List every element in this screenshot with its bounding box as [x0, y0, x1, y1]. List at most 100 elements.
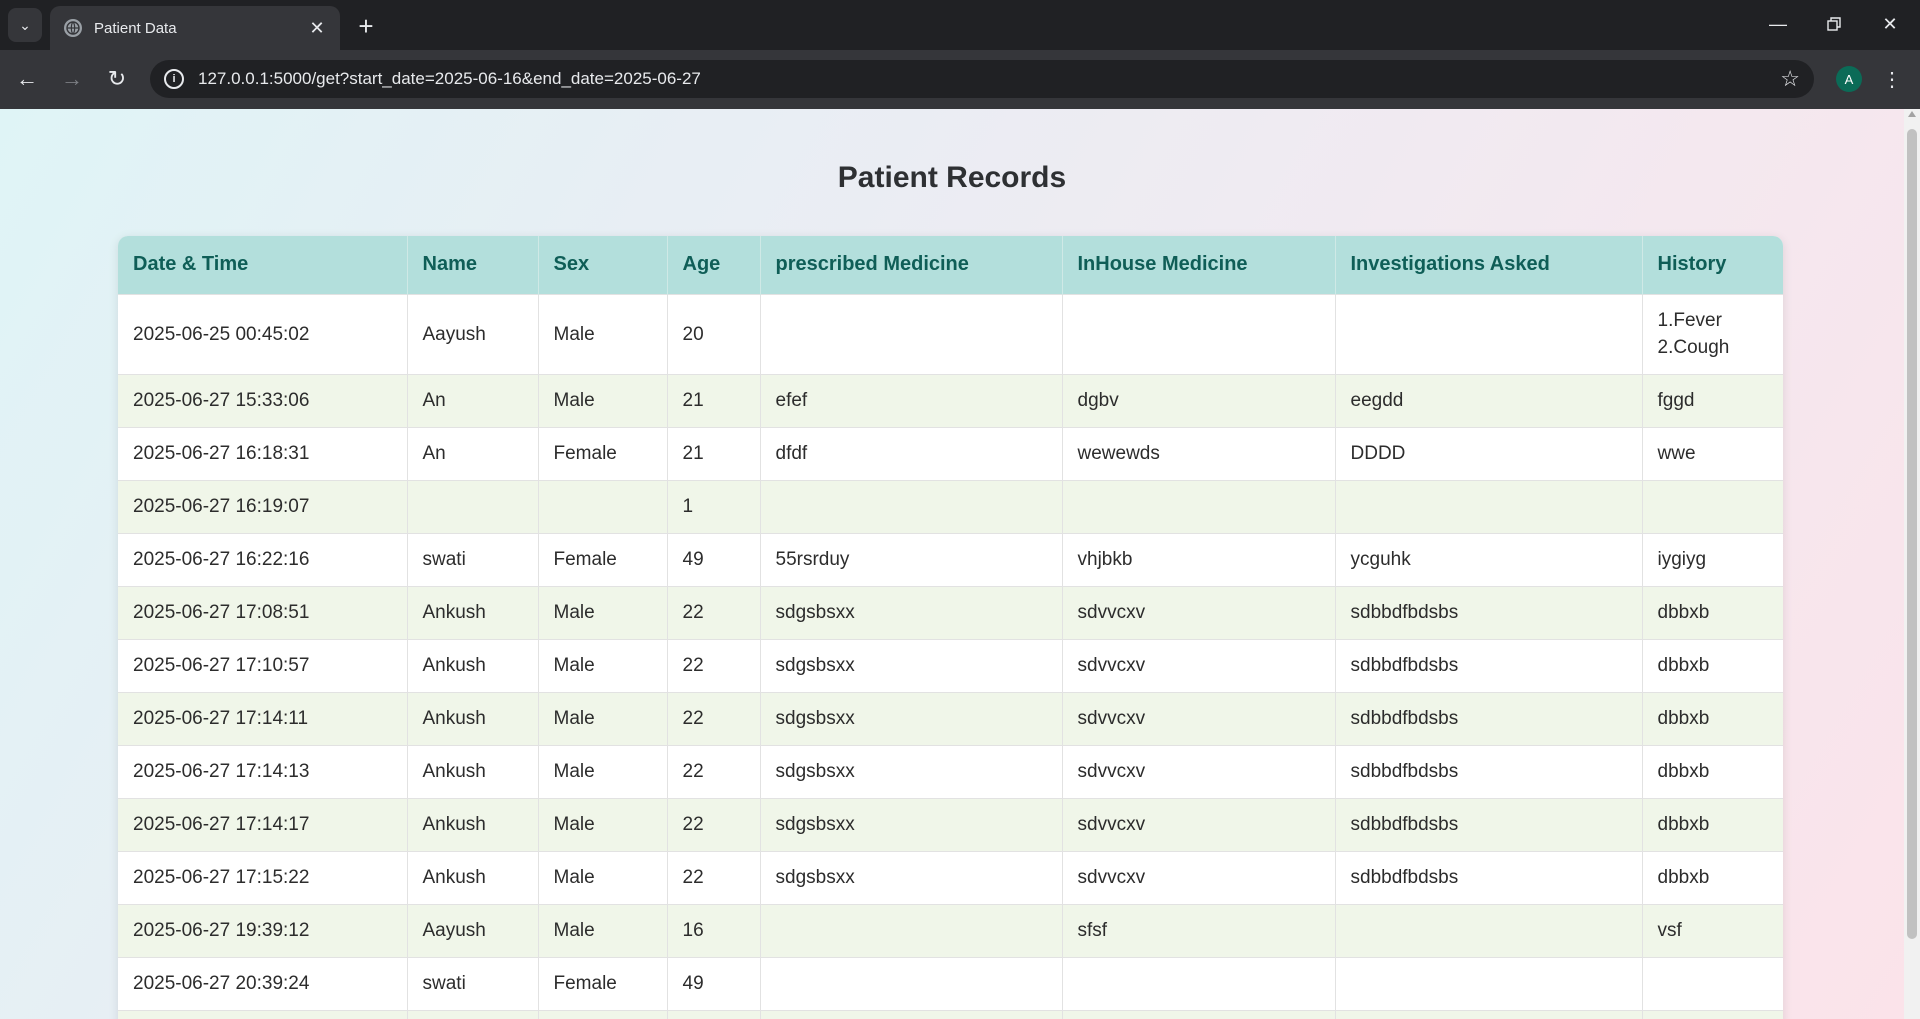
table-row: 2025-06-27 17:14:17 Ankush Male 22 sdgsbsxx s…: [118, 797, 1783, 851]
table-cell: [1062, 479, 1336, 533]
table-cell: [1335, 1009, 1643, 1019]
tab-strip: ⌄ Patient Data ✕ + — ✕: [0, 0, 1920, 50]
table-cell: 2025-06-27 17:10:57: [118, 638, 408, 692]
table-cell: Ankush: [407, 638, 539, 692]
table-cell: [1642, 956, 1783, 1010]
table-cell: [1335, 903, 1643, 957]
table-row: 2025-06-27 17:14:13 Ankush Male 22 sdgsbsxx s…: [118, 744, 1783, 798]
table-cell: dbbxb: [1642, 744, 1783, 798]
table-cell: Ankush: [407, 744, 539, 798]
table-cell: dgbv: [1062, 373, 1336, 427]
table-row: 2025-06-27 17:15:22 Ankush Male 22 sdgsbsxx s…: [118, 850, 1783, 904]
table-cell: [1062, 956, 1336, 1010]
column-header: prescribed Medicine: [760, 236, 1063, 294]
table-cell: DDDD: [1335, 426, 1643, 480]
table-header-row: Date & Time Name Sex Age prescribed Medicine…: [118, 236, 1783, 294]
table-cell: sdvvcxv: [1062, 585, 1336, 639]
table-cell: Female: [538, 956, 668, 1010]
table-cell: Male: [538, 797, 668, 851]
column-header: Date & Time: [118, 236, 408, 294]
reload-icon[interactable]: ↻: [100, 62, 134, 96]
table-cell: 2025-06-27 17:14:17: [118, 797, 408, 851]
vertical-scrollbar[interactable]: [1904, 109, 1920, 1019]
table-cell: Male: [538, 691, 668, 745]
table-cell: wwe: [1642, 426, 1783, 480]
table-cell: 21: [667, 373, 761, 427]
restore-window-icon[interactable]: [1806, 0, 1862, 48]
table-cell: An: [407, 426, 539, 480]
table-cell: Male: [538, 293, 668, 374]
column-header: InHouse Medicine: [1062, 236, 1336, 294]
scrollbar-thumb[interactable]: [1907, 129, 1917, 939]
table-row: 2025-06-27 17:08:51 Ankush Male 22 sdgsbsxx s…: [118, 585, 1783, 639]
table-row: 2025-06-27 17:14:11 Ankush Male 22 sdgsbsxx s…: [118, 691, 1783, 745]
table-cell: [760, 956, 1063, 1010]
column-header: History: [1642, 236, 1783, 294]
more-menu-icon[interactable]: ⋮: [1880, 62, 1904, 96]
column-header: Sex: [538, 236, 668, 294]
new-tab-button[interactable]: +: [350, 10, 382, 42]
table-row: 2025-06-27 16:18:31 An Female 21 dfdf wewewds…: [118, 426, 1783, 480]
close-window-icon[interactable]: ✕: [1862, 0, 1918, 48]
table-cell: ycguhk: [1335, 532, 1643, 586]
bookmark-star-icon[interactable]: ☆: [1780, 66, 1800, 92]
table-cell: Ankush: [407, 585, 539, 639]
forward-arrow-icon[interactable]: →: [55, 62, 89, 96]
table-cell: 22: [667, 691, 761, 745]
table-cell: 2025-06-27 16:19:07: [118, 479, 408, 533]
table-cell: [1642, 1009, 1783, 1019]
url-text[interactable]: 127.0.0.1:5000/get?start_date=2025-06-16…: [198, 69, 1780, 89]
table-cell: dbbxb: [1642, 691, 1783, 745]
tab-patient-data[interactable]: Patient Data ✕: [50, 6, 340, 50]
table-cell: [1062, 293, 1336, 374]
table-cell: [760, 903, 1063, 957]
table-cell: sdgsbsxx: [760, 744, 1063, 798]
table-cell: 55rsrduy: [760, 532, 1063, 586]
site-info-icon[interactable]: i: [164, 69, 184, 89]
table-row: 2025-06-27 20:39:24 swati Female 49: [118, 956, 1783, 1010]
table-cell: sdvvcxv: [1062, 850, 1336, 904]
table-cell: 22: [667, 585, 761, 639]
column-header: Age: [667, 236, 761, 294]
table-cell: 2025-06-27 17:15:22: [118, 850, 408, 904]
table-row: 2025-06-25 00:45:02 Aayush Male 20 1.Fever 2…: [118, 293, 1783, 374]
table-body: 2025-06-25 00:45:02 Aayush Male 20 1.Fever 2…: [118, 293, 1783, 1019]
table-cell: 1.Fever 2.Cough: [1642, 293, 1783, 374]
table-cell: Male: [538, 903, 668, 957]
table-cell: dbbxb: [1642, 638, 1783, 692]
close-tab-icon[interactable]: ✕: [306, 18, 328, 39]
tab-search-button[interactable]: ⌄: [8, 8, 42, 42]
table-cell: 21: [667, 426, 761, 480]
table-cell: [538, 1009, 668, 1019]
table-cell: sdbbdfbdsbs: [1335, 691, 1643, 745]
table-cell: dbbxb: [1642, 797, 1783, 851]
table-cell: [760, 293, 1063, 374]
table-cell: 2025-06-27 20:39:24: [118, 956, 408, 1010]
scroll-up-icon[interactable]: [1908, 111, 1916, 117]
table-cell: [1335, 293, 1643, 374]
address-bar[interactable]: i 127.0.0.1:5000/get?start_date=2025-06-…: [150, 60, 1814, 98]
tab-title: Patient Data: [94, 19, 177, 37]
table-cell: 20: [667, 293, 761, 374]
table-cell: [1642, 479, 1783, 533]
table-cell: 49: [667, 532, 761, 586]
table-cell: Ankush: [407, 850, 539, 904]
minimize-window-icon[interactable]: —: [1750, 0, 1806, 48]
chevron-down-icon: ⌄: [19, 16, 31, 33]
table-cell: [407, 479, 539, 533]
table-cell: dbbxb: [1642, 850, 1783, 904]
profile-avatar[interactable]: A: [1836, 66, 1862, 92]
table-cell: Female: [538, 426, 668, 480]
table-cell: wewewds: [1062, 426, 1336, 480]
table-row: [118, 1009, 1783, 1019]
back-arrow-icon[interactable]: ←: [10, 62, 44, 96]
table-cell: sdvvcxv: [1062, 744, 1336, 798]
table-cell: [760, 1009, 1063, 1019]
table-cell: sdvvcxv: [1062, 797, 1336, 851]
column-header: Name: [407, 236, 539, 294]
table-row: 2025-06-27 16:19:07 1: [118, 479, 1783, 533]
table-cell: 2025-06-27 17:14:11: [118, 691, 408, 745]
table-cell: Male: [538, 850, 668, 904]
table-cell: sdbbdfbdsbs: [1335, 850, 1643, 904]
table-cell: sdbbdfbdsbs: [1335, 744, 1643, 798]
